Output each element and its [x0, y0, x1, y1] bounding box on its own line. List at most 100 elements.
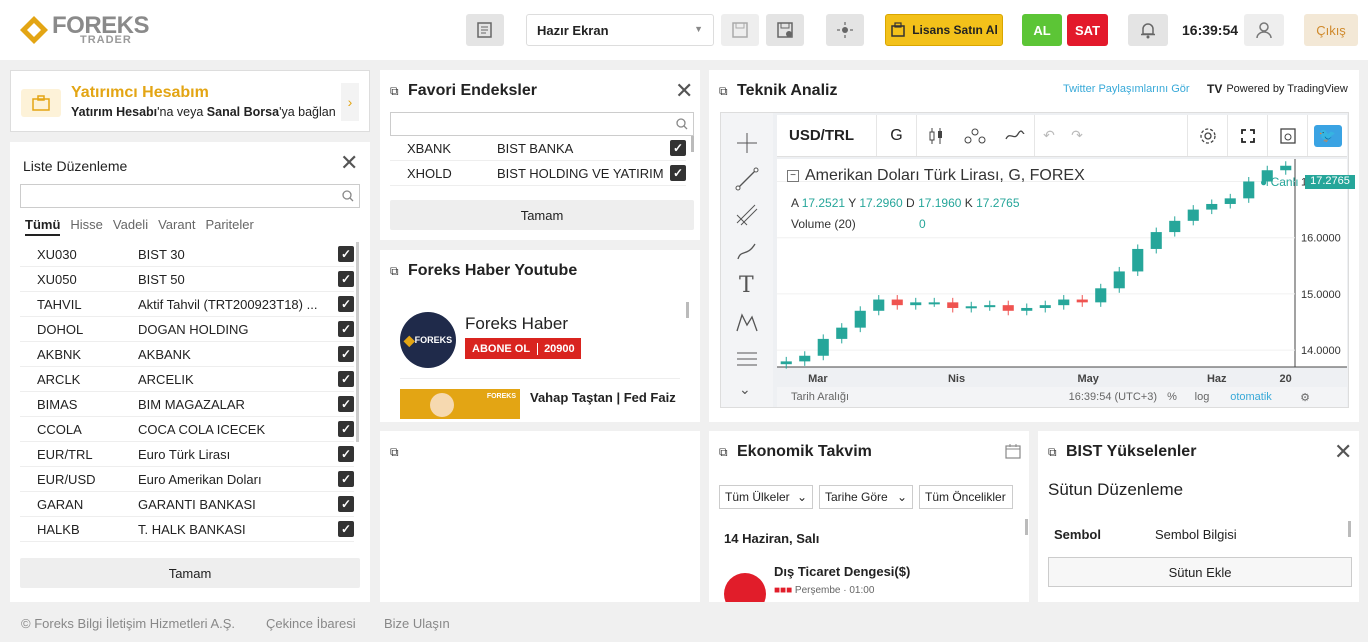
- indicators-icon[interactable]: [995, 115, 1035, 156]
- add-column-button[interactable]: Sütun Ekle: [1048, 557, 1352, 587]
- channel-name: Foreks Haber: [465, 314, 568, 333]
- bist-scrollbar[interactable]: [1348, 521, 1351, 537]
- checkbox[interactable]: ✓: [338, 471, 354, 487]
- twitter-share-button[interactable]: 🐦: [1307, 115, 1347, 156]
- candle: [1113, 271, 1125, 289]
- close-icon[interactable]: ✕: [340, 152, 358, 174]
- chevron-right-icon[interactable]: ›: [341, 83, 359, 121]
- foreks-logo[interactable]: FOREKS TRADER: [18, 12, 158, 48]
- tab-pairs[interactable]: Pariteler: [205, 217, 253, 236]
- contact-link[interactable]: Bize Ulaşın: [384, 616, 450, 631]
- checkbox[interactable]: ✓: [338, 371, 354, 387]
- tradingview-credit[interactable]: TV Powered by TradingView: [1207, 82, 1348, 96]
- x-tick-label: 20: [1279, 373, 1291, 385]
- external-link-icon[interactable]: ⧉: [390, 84, 399, 99]
- checkbox[interactable]: ✓: [338, 496, 354, 512]
- checkbox[interactable]: ✓: [338, 321, 354, 337]
- video-title[interactable]: Vahap Taştan | Fed Faiz: [530, 390, 676, 405]
- checkbox[interactable]: ✓: [670, 140, 686, 156]
- trend-line-icon[interactable]: [735, 167, 759, 191]
- checkbox[interactable]: ✓: [338, 271, 354, 287]
- notifications-button[interactable]: [1128, 14, 1168, 46]
- twitter-link[interactable]: Twitter Paylaşımlarını Gör: [1063, 83, 1190, 95]
- profile-button[interactable]: [1244, 14, 1284, 46]
- snapshot-save-icon[interactable]: [1267, 115, 1307, 156]
- list-done-button[interactable]: Tamam: [20, 558, 360, 588]
- notes-button[interactable]: [466, 14, 504, 46]
- symbol-selector[interactable]: USD/TRL: [777, 115, 877, 156]
- external-link-icon[interactable]: ⧉: [390, 445, 399, 460]
- tab-all[interactable]: Tümü: [25, 217, 61, 236]
- theme-toggle-button[interactable]: [826, 14, 864, 46]
- gear-icon[interactable]: ⚙: [1285, 391, 1325, 404]
- fullscreen-icon[interactable]: [1227, 115, 1267, 156]
- date-range-button[interactable]: Tarih Aralığı: [777, 391, 1047, 403]
- video-thumbnail[interactable]: FOREKS: [400, 389, 520, 419]
- interval-selector[interactable]: G: [877, 115, 917, 156]
- auto-toggle[interactable]: otomatik: [1217, 391, 1285, 403]
- buy-button[interactable]: AL: [1022, 14, 1062, 46]
- tab-stock[interactable]: Hisse: [70, 217, 103, 236]
- checkbox[interactable]: ✓: [338, 246, 354, 262]
- table-row: EUR/USD Euro Amerikan Doları ✓: [20, 467, 354, 492]
- price-chart[interactable]: 14.000015.000016.000017.0000 MarNisMayHa…: [777, 159, 1347, 387]
- calendar-scrollbar[interactable]: [1025, 519, 1028, 535]
- priority-filter[interactable]: Tüm Öncelikler: [919, 485, 1013, 509]
- fav-done-button[interactable]: Tamam: [390, 200, 694, 230]
- save-as-layout-button[interactable]: [766, 14, 804, 46]
- list-search-input[interactable]: [20, 184, 360, 208]
- redo-icon[interactable]: ↷: [1063, 127, 1091, 144]
- fav-search-input[interactable]: [390, 112, 694, 136]
- screen-select[interactable]: Hazır Ekran ▼: [526, 14, 714, 46]
- log-toggle[interactable]: log: [1187, 391, 1217, 403]
- license-button[interactable]: Lisans Satın Al: [885, 14, 1003, 46]
- crosshair-icon[interactable]: [735, 131, 759, 155]
- chevron-down-icon[interactable]: ⌄: [739, 381, 751, 398]
- settings-gear-icon[interactable]: [1187, 115, 1227, 156]
- measure-icon[interactable]: [735, 347, 759, 371]
- fibonacci-icon[interactable]: [735, 203, 759, 227]
- symbol-code: ARCLK: [37, 371, 81, 387]
- fav-scrollbar[interactable]: [691, 136, 694, 152]
- checkbox[interactable]: ✓: [338, 421, 354, 437]
- save-layout-button[interactable]: [721, 14, 759, 46]
- percent-toggle[interactable]: %: [1157, 391, 1187, 403]
- logout-button[interactable]: Çıkış: [1304, 14, 1358, 46]
- close-icon[interactable]: ✕: [1334, 441, 1352, 463]
- event-title[interactable]: Dış Ticaret Dengesi($): [774, 564, 910, 579]
- channel-avatar[interactable]: ◆ FOREKS: [400, 312, 456, 368]
- symbol-name: Aktif Tahvil (TRT200923T18) ...: [138, 296, 318, 312]
- checkbox[interactable]: ✓: [338, 346, 354, 362]
- close-icon[interactable]: ✕: [675, 80, 693, 102]
- external-link-icon[interactable]: ⧉: [390, 264, 399, 279]
- undo-icon[interactable]: ↶: [1035, 127, 1063, 144]
- text-tool-icon[interactable]: T: [739, 273, 754, 298]
- checkbox[interactable]: ✓: [338, 521, 354, 537]
- candle-type-icon[interactable]: [917, 127, 955, 145]
- pattern-icon[interactable]: [735, 311, 759, 335]
- checkbox[interactable]: ✓: [338, 296, 354, 312]
- compare-icon[interactable]: [955, 128, 995, 144]
- footer: © Foreks Bilgi İletişim Hizmetleri A.Ş. …: [0, 602, 1368, 642]
- calendar-icon[interactable]: [1005, 443, 1021, 459]
- checkbox[interactable]: ✓: [338, 446, 354, 462]
- external-link-icon[interactable]: ⧉: [719, 84, 728, 99]
- checkbox[interactable]: ✓: [338, 396, 354, 412]
- list-scrollbar[interactable]: [356, 242, 359, 442]
- symbol-name: BIM MAGAZALAR: [138, 396, 245, 412]
- sell-button[interactable]: SAT: [1067, 14, 1108, 46]
- candle: [854, 310, 866, 328]
- checkbox[interactable]: ✓: [670, 165, 686, 181]
- tab-futures[interactable]: Vadeli: [113, 217, 148, 236]
- disclaimer-link[interactable]: Çekince İbaresi: [266, 616, 356, 631]
- subscribe-label: ABONE OL: [465, 342, 539, 355]
- brush-icon[interactable]: [735, 239, 759, 263]
- external-link-icon[interactable]: ⧉: [719, 445, 728, 460]
- tab-warrant[interactable]: Varant: [158, 217, 195, 236]
- subscribe-button[interactable]: ABONE OL 20900: [465, 338, 581, 359]
- youtube-scrollbar[interactable]: [686, 302, 689, 318]
- investor-account-panel[interactable]: Yatırımcı Hesabım Yatırım Hesabı'na veya…: [10, 70, 370, 132]
- date-filter[interactable]: Tarihe Göre ⌄: [819, 485, 913, 509]
- external-link-icon[interactable]: ⧉: [1048, 445, 1057, 460]
- country-filter[interactable]: Tüm Ülkeler ⌄: [719, 485, 813, 509]
